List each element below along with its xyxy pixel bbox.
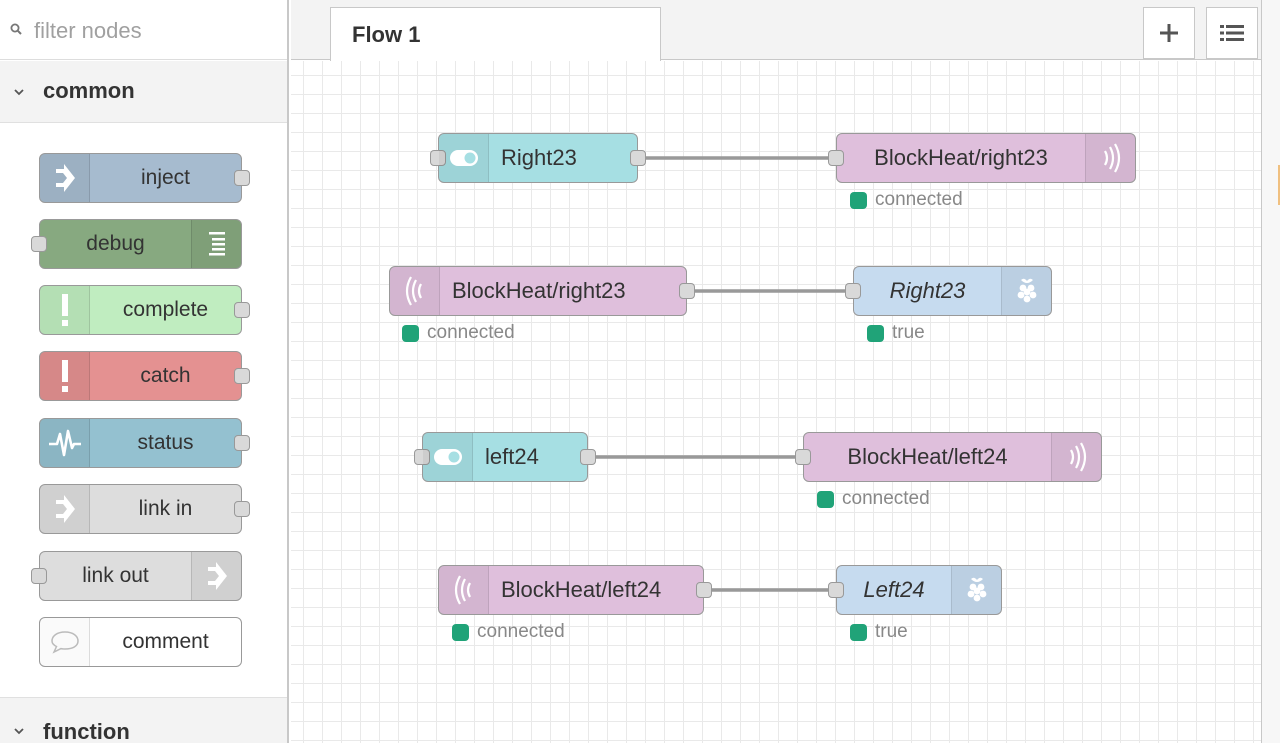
node-label: Right23	[889, 278, 966, 303]
flow-node-mqtt-in-right23[interactable]: BlockHeat/right23	[389, 266, 695, 316]
node-status: connected	[850, 189, 963, 211]
category-label: common	[43, 78, 135, 103]
flow-node-mqtt-in-left24[interactable]: BlockHeat/left24	[438, 565, 712, 615]
tab-label: Flow 1	[352, 22, 421, 47]
search-icon	[10, 23, 22, 35]
node-label: Right23	[501, 145, 577, 170]
flow-canvas[interactable]: Right23 BlockHeat/right23 connected Bloc…	[291, 61, 1261, 743]
output-port[interactable]	[234, 501, 250, 517]
node-label: link out	[82, 564, 149, 587]
palette-node-complete[interactable]: complete	[39, 285, 250, 335]
output-port[interactable]	[679, 283, 695, 299]
node-status: connected	[402, 322, 515, 344]
node-status: true	[850, 621, 908, 643]
output-port[interactable]	[696, 582, 712, 598]
list-menu-icon	[1220, 25, 1244, 41]
flow-node-gpio-right23[interactable]: Right23	[845, 266, 1052, 316]
output-port[interactable]	[234, 302, 250, 318]
status-pulse-icon	[40, 419, 90, 467]
flow-node-switch-left24[interactable]: left24	[414, 432, 596, 482]
status-dot-icon	[850, 191, 867, 209]
debug-list-icon	[191, 220, 241, 268]
node-label: BlockHeat/right23	[874, 145, 1048, 170]
filter-nodes-input[interactable]	[34, 16, 274, 46]
node-label: inject	[140, 166, 191, 189]
raspberry-icon	[1001, 267, 1051, 315]
flow-list-menu-button[interactable]	[1206, 7, 1258, 59]
palette-node-link-in[interactable]: link in	[39, 484, 250, 534]
mqtt-wave-icon	[439, 566, 489, 614]
sidebar-edge	[1261, 0, 1280, 743]
node-palette: common inject debug complete	[0, 0, 289, 743]
status-dot-icon	[452, 623, 469, 641]
exclamation-icon	[40, 352, 90, 400]
chevron-down-icon	[14, 728, 24, 735]
node-label: BlockHeat/right23	[452, 278, 626, 303]
flow-node-gpio-left24[interactable]: Left24	[828, 565, 1002, 615]
node-status: true	[867, 322, 925, 344]
node-label: comment	[122, 630, 209, 653]
flow-node-switch-right23[interactable]: Right23	[430, 133, 646, 183]
palette-node-catch[interactable]: catch	[39, 351, 250, 401]
toggle-switch-icon	[439, 134, 489, 182]
node-label: BlockHeat/left24	[501, 577, 662, 602]
add-flow-button[interactable]	[1143, 7, 1195, 59]
inject-arrow-icon	[40, 154, 90, 202]
palette-node-debug[interactable]: debug	[31, 219, 242, 269]
plus-icon	[1160, 24, 1178, 42]
link-in-icon	[40, 485, 90, 533]
output-port[interactable]	[234, 170, 250, 186]
category-common-header[interactable]: common	[0, 61, 287, 123]
node-status: connected	[817, 488, 930, 510]
raspberry-icon	[951, 566, 1001, 614]
exclamation-icon	[40, 286, 90, 334]
output-port[interactable]	[630, 150, 646, 166]
mqtt-wave-icon	[1051, 433, 1101, 481]
output-port[interactable]	[234, 368, 250, 384]
node-label: Left24	[863, 577, 925, 602]
palette-filter	[0, 0, 287, 60]
mqtt-wave-icon	[390, 267, 440, 315]
flow-node-mqtt-out-right23[interactable]: BlockHeat/right23	[828, 133, 1136, 183]
palette-node-comment[interactable]: comment	[39, 617, 242, 667]
node-label: complete	[122, 298, 209, 321]
status-dot-icon	[817, 490, 834, 508]
node-label: link in	[138, 497, 193, 520]
output-port[interactable]	[580, 449, 596, 465]
flow-node-mqtt-out-left24[interactable]: BlockHeat/left24	[795, 432, 1102, 482]
link-out-icon	[191, 552, 241, 600]
category-function-header[interactable]: function	[0, 697, 287, 743]
palette-node-status[interactable]: status	[39, 418, 250, 468]
category-label: function	[43, 719, 130, 743]
workspace-tabs-bar: Flow 1	[291, 0, 1280, 61]
tab-flow-1[interactable]: Flow 1	[330, 7, 661, 61]
node-status: connected	[452, 621, 565, 643]
output-port[interactable]	[234, 435, 250, 451]
node-label: status	[137, 431, 194, 454]
node-label: left24	[485, 444, 539, 469]
comment-bubble-icon	[40, 618, 90, 666]
status-dot-icon	[402, 324, 419, 342]
status-dot-icon	[867, 324, 884, 342]
node-label: BlockHeat/left24	[847, 444, 1008, 469]
toggle-switch-icon	[423, 433, 473, 481]
chevron-down-icon	[14, 89, 24, 96]
palette-node-link-out[interactable]: link out	[31, 551, 242, 601]
palette-node-inject[interactable]: inject	[39, 153, 250, 203]
node-label: catch	[140, 364, 191, 387]
mqtt-wave-icon	[1085, 134, 1135, 182]
status-dot-icon	[850, 623, 867, 641]
node-label: debug	[86, 232, 145, 255]
